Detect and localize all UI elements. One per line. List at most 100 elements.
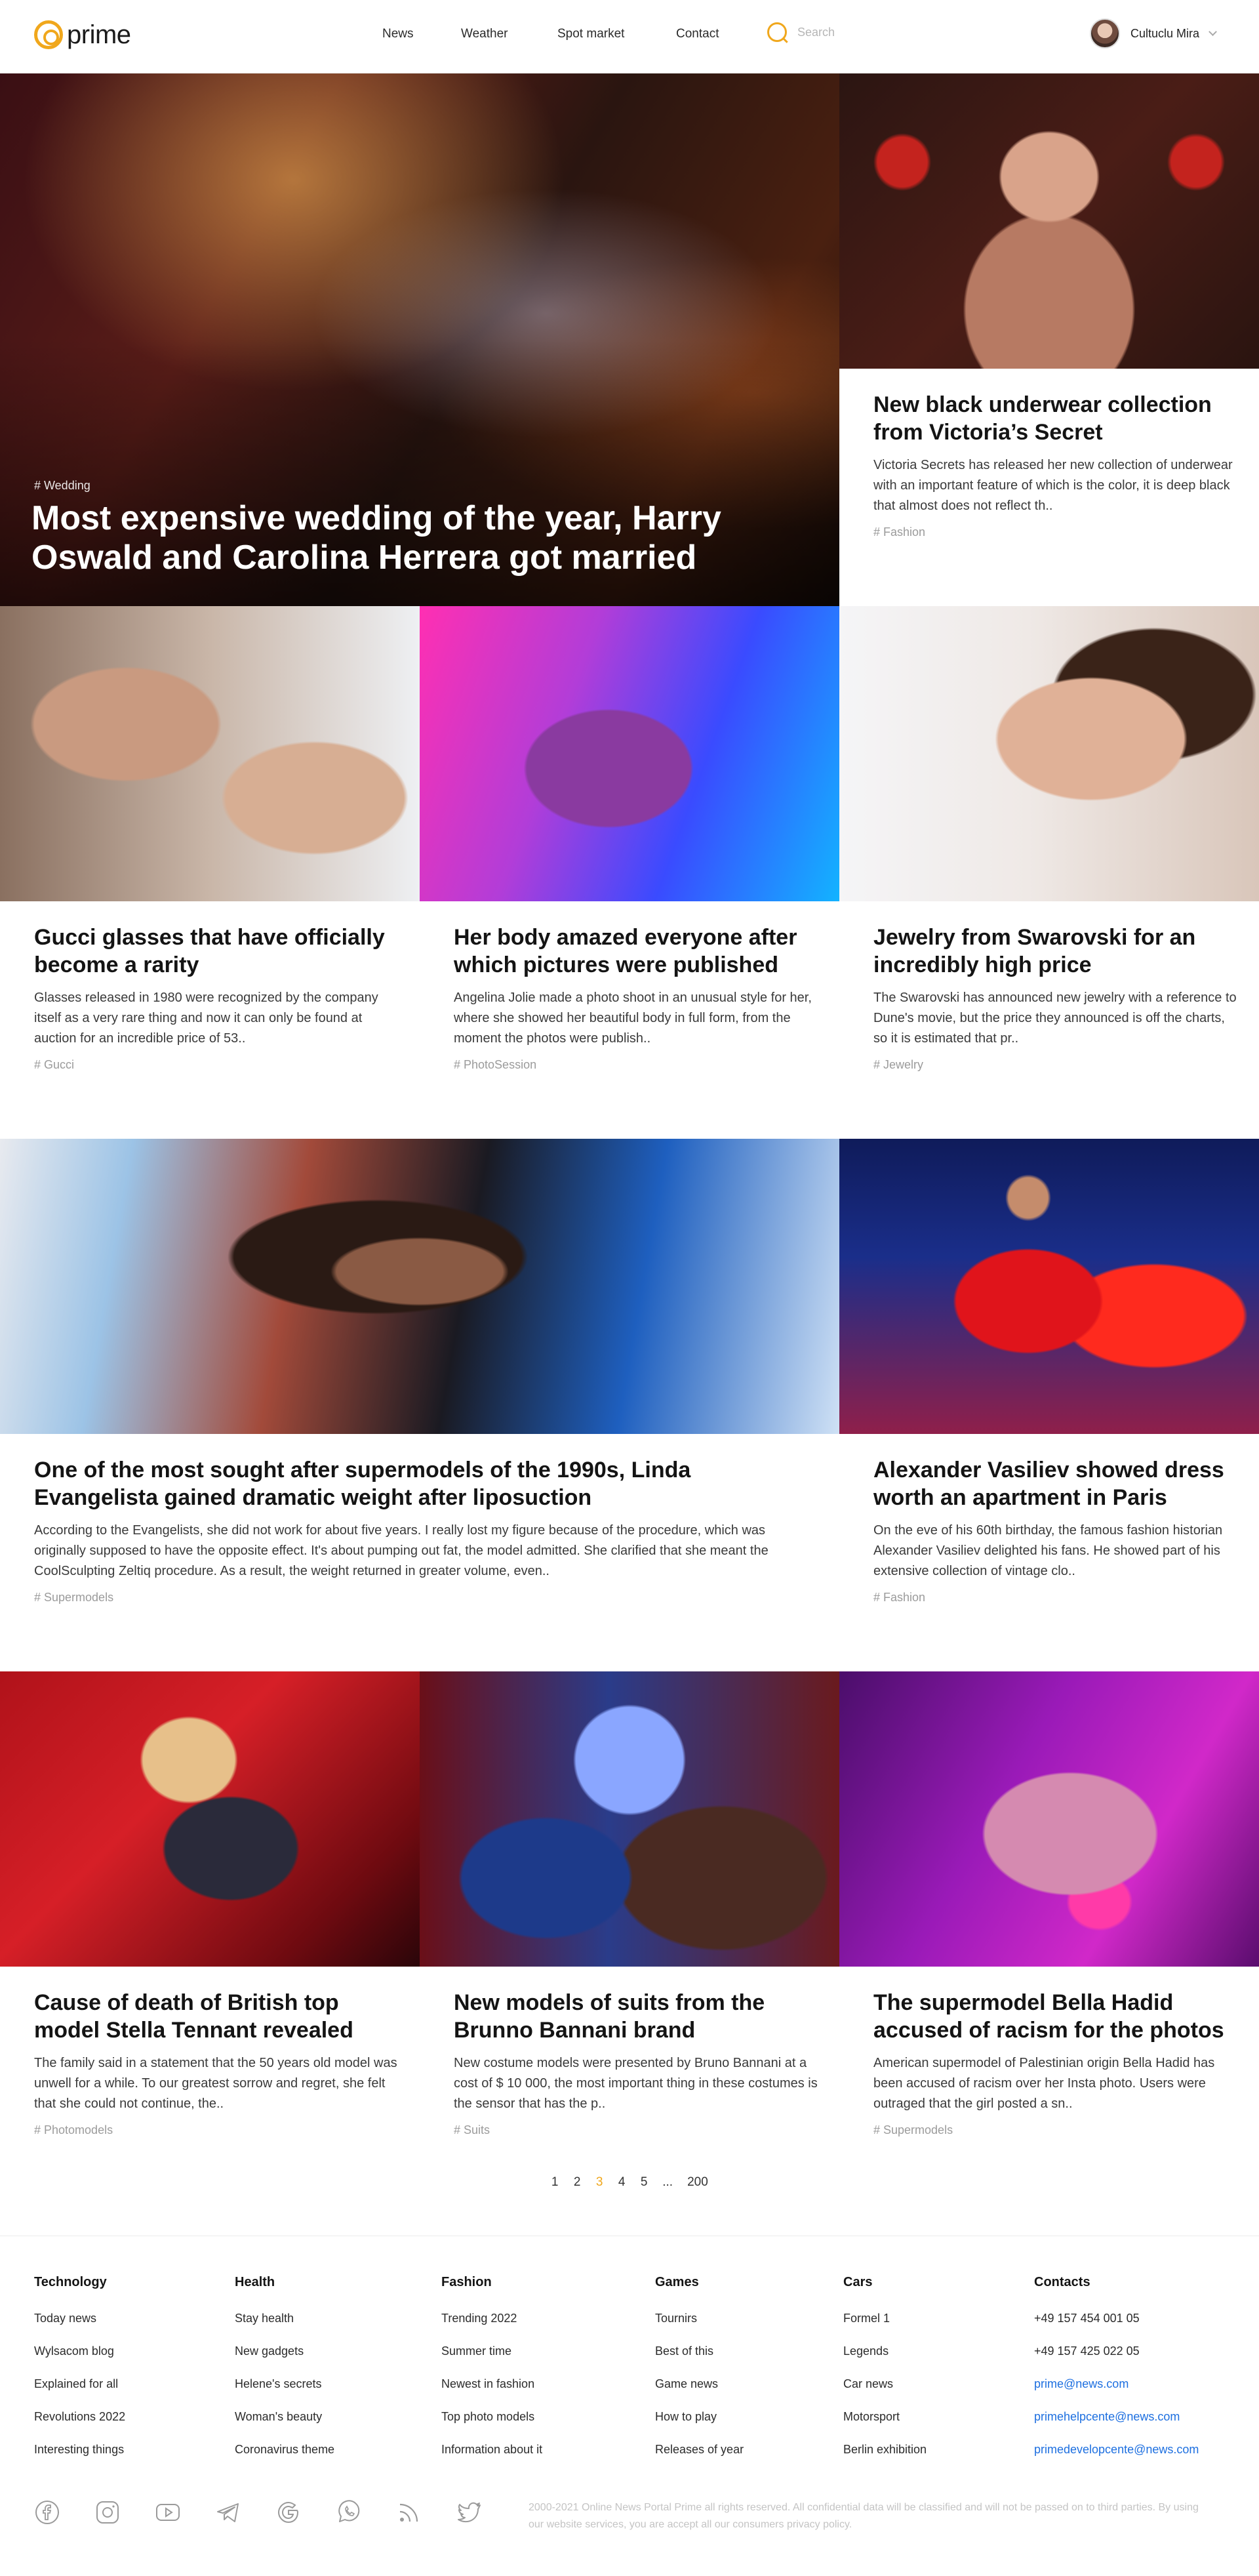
avatar[interactable] <box>1090 18 1120 49</box>
contact-phone[interactable]: +49 157 454 001 05 <box>1034 2311 1199 2344</box>
article-image-suits[interactable] <box>420 1671 839 1967</box>
page-link[interactable]: 1 <box>551 2175 559 2190</box>
article-image-jewelry[interactable] <box>839 606 1259 901</box>
contact-email[interactable]: primehelpcente@news.com <box>1034 2409 1199 2442</box>
footer-link[interactable]: Best of this <box>655 2344 744 2377</box>
hero-image[interactable]: # Wedding Most expensive wedding of the … <box>0 73 839 606</box>
article-title[interactable]: One of the most sought after supermodels… <box>34 1456 808 1511</box>
whatsapp-icon[interactable] <box>336 2499 362 2525</box>
youtube-icon[interactable] <box>155 2499 181 2525</box>
footer-link[interactable]: Legends <box>843 2344 927 2377</box>
footer-link[interactable]: Woman's beauty <box>235 2409 334 2442</box>
footer-link[interactable]: How to play <box>655 2409 744 2442</box>
footer-link[interactable]: Trending 2022 <box>441 2311 542 2344</box>
article-title[interactable]: Her body amazed everyone after which pic… <box>454 924 821 979</box>
hero-title[interactable]: Most expensive wedding of the year, Harr… <box>31 499 805 577</box>
chevron-down-icon[interactable] <box>1209 27 1217 36</box>
footer-link[interactable]: Helene's secrets <box>235 2377 334 2409</box>
footer-link[interactable]: New gadgets <box>235 2344 334 2377</box>
article-image-red-dress[interactable] <box>839 1139 1259 1434</box>
footer-link[interactable]: Top photo models <box>441 2409 542 2442</box>
nav-news[interactable]: News <box>382 26 414 42</box>
article-title[interactable]: Cause of death of British top model Stel… <box>34 1989 401 2044</box>
contact-email[interactable]: prime@news.com <box>1034 2377 1199 2409</box>
google-icon[interactable] <box>275 2499 302 2525</box>
twitter-icon[interactable] <box>456 2499 483 2525</box>
article-tag[interactable]: # Photomodels <box>34 2123 401 2137</box>
footer-column-contacts: Contacts +49 157 454 001 05 +49 157 425 … <box>1034 2275 1199 2475</box>
footer-link[interactable]: Motorsport <box>843 2409 927 2442</box>
footer-link[interactable]: Releases of year <box>655 2442 744 2475</box>
footer-link[interactable]: Berlin exhibition <box>843 2442 927 2475</box>
article-image-photosession[interactable] <box>420 606 839 901</box>
article-tag[interactable]: # Suits <box>454 2123 821 2137</box>
article-card[interactable]: New black underwear collection from Vict… <box>873 391 1241 539</box>
article-image-stella[interactable] <box>0 1671 420 1967</box>
article-excerpt: The Swarovski has announced new jewelry … <box>873 991 1237 1046</box>
user-menu[interactable]: Cultuclu Mira <box>1090 18 1217 49</box>
page-link-current[interactable]: 3 <box>595 2175 603 2190</box>
article-image-underwear[interactable] <box>839 73 1259 369</box>
footer-link[interactable]: Explained for all <box>34 2377 125 2409</box>
rss-icon[interactable] <box>396 2499 422 2525</box>
telegram-icon[interactable] <box>215 2499 241 2525</box>
article-image-supermodel[interactable] <box>0 1139 839 1434</box>
article-tag[interactable]: # Gucci <box>34 1058 401 1072</box>
article-card[interactable]: Jewelry from Swarovski for an incredibly… <box>873 924 1241 1072</box>
article-title[interactable]: Gucci glasses that have officially becom… <box>34 924 401 979</box>
article-card[interactable]: The supermodel Bella Hadid accused of ra… <box>873 1989 1241 2137</box>
page-link[interactable]: 5 <box>640 2175 648 2190</box>
nav-contact[interactable]: Contact <box>676 26 719 42</box>
article-title[interactable]: New black underwear collection from Vict… <box>873 391 1241 446</box>
article-image-bella[interactable] <box>839 1671 1259 1967</box>
article-card[interactable]: Her body amazed everyone after which pic… <box>454 924 821 1072</box>
search-input[interactable]: Search <box>797 26 835 39</box>
footer-link[interactable]: Formel 1 <box>843 2311 927 2344</box>
article-title[interactable]: New models of suits from the Brunno Bann… <box>454 1989 821 2044</box>
contact-email[interactable]: primedevelopcente@news.com <box>1034 2442 1199 2475</box>
article-image-gucci[interactable] <box>0 606 420 901</box>
article-title[interactable]: Alexander Vasiliev showed dress worth an… <box>873 1456 1241 1511</box>
footer-link[interactable]: Newest in fashion <box>441 2377 542 2409</box>
page-link[interactable]: 200 <box>687 2175 708 2190</box>
footer-link[interactable]: Car news <box>843 2377 927 2409</box>
article-tag[interactable]: # Fashion <box>873 525 1241 539</box>
footer-link[interactable]: Today news <box>34 2311 125 2344</box>
footer-link[interactable]: Revolutions 2022 <box>34 2409 125 2442</box>
page-link[interactable]: 2 <box>573 2175 581 2190</box>
footer-link[interactable]: Coronavirus theme <box>235 2442 334 2475</box>
footer-link[interactable]: Summer time <box>441 2344 542 2377</box>
nav-weather[interactable]: Weather <box>461 26 508 42</box>
copyright-text: 2000-2021 Online News Portal Prime all r… <box>529 2502 1199 2530</box>
article-tag[interactable]: # Jewelry <box>873 1058 1241 1072</box>
footer-link[interactable]: Wylsacom blog <box>34 2344 125 2377</box>
logo[interactable]: prime <box>34 18 131 51</box>
article-card[interactable]: Cause of death of British top model Stel… <box>34 1989 401 2137</box>
hero-tag[interactable]: # Wedding <box>34 479 90 493</box>
article-card[interactable]: Gucci glasses that have officially becom… <box>34 924 401 1072</box>
article-card[interactable]: One of the most sought after supermodels… <box>34 1456 808 1605</box>
search-icon[interactable] <box>767 22 787 42</box>
user-name[interactable]: Cultuclu Mira <box>1130 27 1199 41</box>
article-card[interactable]: Alexander Vasiliev showed dress worth an… <box>873 1456 1241 1605</box>
article-tag[interactable]: # Fashion <box>873 1591 1241 1605</box>
footer-link[interactable]: Stay health <box>235 2311 334 2344</box>
article-card[interactable]: New models of suits from the Brunno Bann… <box>454 1989 821 2137</box>
footer-heading: Contacts <box>1034 2275 1090 2289</box>
article-title[interactable]: Jewelry from Swarovski for an incredibly… <box>873 924 1241 979</box>
facebook-icon[interactable] <box>34 2499 60 2525</box>
footer-link[interactable]: Interesting things <box>34 2442 125 2475</box>
footer-column-technology: Technology Today news Wylsacom blog Expl… <box>34 2275 125 2475</box>
page-link[interactable]: 4 <box>618 2175 626 2190</box>
footer-link[interactable]: Tournirs <box>655 2311 744 2344</box>
footer-link[interactable]: Game news <box>655 2377 744 2409</box>
nav-spot-market[interactable]: Spot market <box>557 26 624 42</box>
article-tag[interactable]: # Supermodels <box>873 2123 1241 2137</box>
instagram-icon[interactable] <box>94 2499 121 2525</box>
contact-phone[interactable]: +49 157 425 022 05 <box>1034 2344 1199 2377</box>
search-box[interactable]: Search <box>767 22 835 42</box>
footer-link[interactable]: Information about it <box>441 2442 542 2475</box>
article-tag[interactable]: # Supermodels <box>34 1591 808 1605</box>
article-title[interactable]: The supermodel Bella Hadid accused of ra… <box>873 1989 1241 2044</box>
article-tag[interactable]: # PhotoSession <box>454 1058 821 1072</box>
